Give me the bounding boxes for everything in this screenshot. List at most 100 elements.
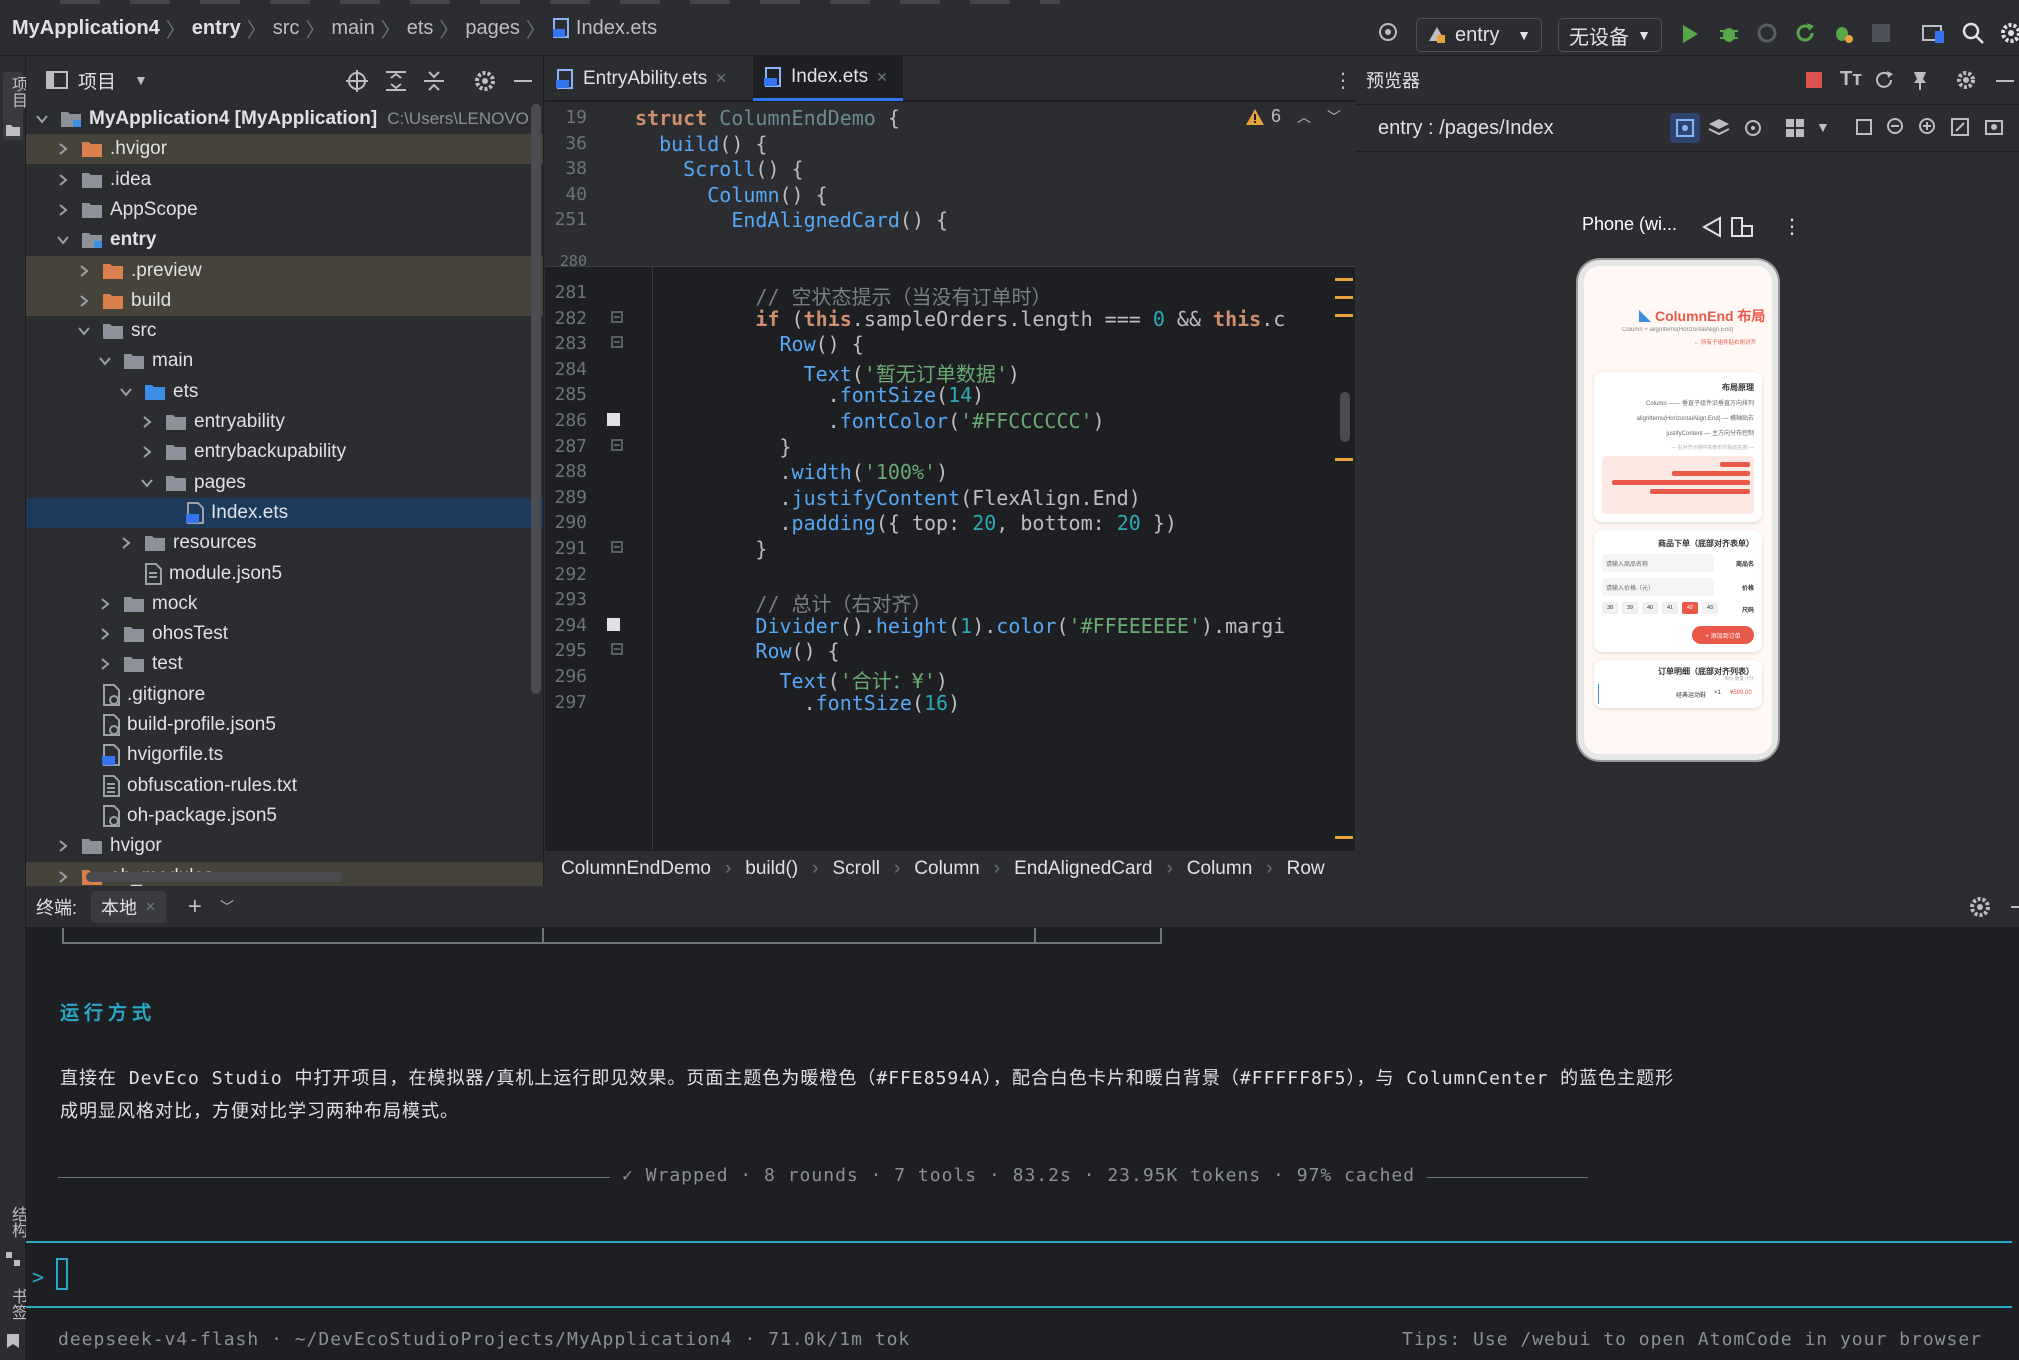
tree-item[interactable]: main: [26, 346, 543, 376]
tree-item[interactable]: test: [26, 649, 543, 679]
attach-debugger-icon[interactable]: [1832, 22, 1854, 44]
tree-item[interactable]: .hvigor: [26, 134, 543, 165]
tree-item[interactable]: entrybackupability: [26, 437, 543, 467]
tree-item[interactable]: resources: [26, 528, 543, 558]
minimize-icon[interactable]: [1996, 80, 2014, 82]
tree-item[interactable]: build-profile.json5: [26, 710, 543, 740]
search-icon[interactable]: [1962, 22, 1984, 44]
code-line[interactable]: 36 build() {: [545, 128, 1355, 156]
code-line[interactable]: 251 EndAlignedCard() {: [545, 204, 1355, 232]
tree-scrollbar[interactable]: [531, 104, 541, 694]
structure-tool-button[interactable]: 结构: [3, 1206, 26, 1276]
inspection-widget[interactable]: 6 ︿ ﹀: [1245, 106, 1341, 127]
breadcrumb-item[interactable]: MyApplication4: [12, 17, 160, 40]
size-chip[interactable]: 43: [1702, 602, 1718, 614]
terminal-tab-local[interactable]: 本地 ✕: [91, 890, 166, 923]
tree-item[interactable]: hvigorfile.ts: [26, 740, 543, 770]
code-breadcrumb-item[interactable]: ColumnEndDemo: [561, 858, 711, 880]
collapse-all-icon[interactable]: [424, 70, 444, 92]
tree-item[interactable]: ets: [26, 377, 543, 407]
chevron-down-icon[interactable]: [118, 384, 134, 400]
chevron-right-icon[interactable]: [97, 596, 113, 612]
chevron-right-icon[interactable]: [55, 838, 71, 854]
color-swatch[interactable]: [607, 617, 620, 631]
size-chip[interactable]: 42: [1682, 602, 1698, 614]
tab-entryability[interactable]: EntryAbility.ets ✕: [545, 56, 750, 101]
close-icon[interactable]: ✕: [715, 70, 727, 87]
warning-marker[interactable]: [1335, 314, 1353, 317]
stop-icon[interactable]: [1872, 24, 1890, 42]
reload-icon[interactable]: [1794, 22, 1816, 44]
size-chip[interactable]: 41: [1662, 602, 1678, 614]
chevron-down-icon[interactable]: [97, 353, 113, 369]
tree-item[interactable]: mock: [26, 589, 543, 619]
breadcrumb-item[interactable]: src: [273, 17, 300, 40]
back-triangle-icon[interactable]: [1702, 216, 1722, 238]
tree-item[interactable]: MyApplication4 [MyApplication] C:\Users\L…: [26, 104, 543, 134]
settings-icon[interactable]: [1969, 896, 1991, 918]
warning-marker[interactable]: [1335, 296, 1353, 299]
code-area[interactable]: 19 struct ColumnEndDemo {36 build() {38 S…: [545, 102, 1355, 850]
breadcrumb-item[interactable]: main: [331, 17, 374, 40]
device-rotate-icon[interactable]: [1730, 216, 1754, 238]
chevron-down-icon[interactable]: [139, 475, 155, 491]
chevron-right-icon[interactable]: [55, 141, 71, 157]
tree-item[interactable]: ohosTest: [26, 619, 543, 649]
chevron-right-icon[interactable]: [76, 293, 92, 309]
chevron-right-icon[interactable]: [139, 444, 155, 460]
code-line[interactable]: 40 Column() {: [545, 179, 1355, 207]
minimize-icon[interactable]: [2011, 906, 2019, 908]
fold-marker-icon[interactable]: [611, 541, 623, 553]
code-breadcrumb-item[interactable]: build(): [745, 858, 798, 880]
warning-marker[interactable]: [1335, 458, 1353, 461]
profile-icon[interactable]: [1756, 22, 1778, 44]
refresh-icon[interactable]: [1874, 70, 1894, 90]
breadcrumb-item[interactable]: entry: [192, 17, 241, 40]
crop-icon[interactable]: [1854, 117, 1874, 137]
chevron-right-icon[interactable]: [139, 414, 155, 430]
code-line[interactable]: 38 Scroll() {: [545, 153, 1355, 181]
tree-item[interactable]: entry: [26, 225, 543, 255]
code-breadcrumb-item[interactable]: EndAlignedCard: [1014, 858, 1152, 880]
tree-item[interactable]: .preview: [26, 255, 543, 286]
zoom-out-icon[interactable]: [1886, 117, 1906, 137]
size-chip[interactable]: 40: [1642, 602, 1658, 614]
add-tab-icon[interactable]: +: [188, 893, 202, 921]
breadcrumb-item[interactable]: pages: [465, 17, 520, 40]
chevron-down-icon[interactable]: [76, 323, 92, 339]
tree-item[interactable]: Index.ets: [26, 497, 543, 528]
code-breadcrumb-item[interactable]: Column: [914, 858, 979, 880]
font-size-icon[interactable]: Tт: [1840, 68, 1862, 91]
chevron-up-icon[interactable]: ︿: [1297, 107, 1311, 127]
tree-item[interactable]: src: [26, 316, 543, 346]
project-panel-title[interactable]: 项目: [78, 67, 116, 94]
tree-item[interactable]: .idea: [26, 165, 543, 195]
fold-marker-icon[interactable]: [611, 643, 623, 656]
fit-screen-icon[interactable]: [1950, 117, 1970, 137]
tree-item[interactable]: .gitignore: [26, 680, 543, 710]
tab-index[interactable]: Index.ets ✕: [753, 56, 903, 101]
chevron-down-icon[interactable]: [34, 111, 50, 127]
multi-device-icon[interactable]: [1784, 117, 1806, 139]
chevron-down-icon[interactable]: ﹀: [1327, 107, 1341, 127]
editor-scrollbar[interactable]: [1340, 392, 1350, 442]
settings-icon[interactable]: [1956, 70, 1976, 90]
warning-marker[interactable]: [1335, 836, 1353, 839]
locate-icon[interactable]: [346, 70, 368, 92]
close-icon[interactable]: ✕: [876, 69, 888, 86]
device-manager-icon[interactable]: [1922, 22, 1946, 44]
tree-item[interactable]: pages: [26, 468, 543, 498]
chevron-right-icon[interactable]: [97, 626, 113, 642]
settings-icon[interactable]: [474, 70, 496, 92]
phone-preview[interactable]: ColumnEnd 布局 Column + alignItems(Horizon…: [1578, 260, 1778, 760]
fold-marker-icon[interactable]: [611, 310, 623, 323]
code-breadcrumb-item[interactable]: Row: [1287, 858, 1325, 880]
tree-item[interactable]: obfuscation-rules.txt: [26, 771, 543, 801]
fold-marker-icon[interactable]: [611, 336, 623, 348]
expand-all-icon[interactable]: [386, 70, 406, 92]
tree-item[interactable]: hvigor: [26, 831, 543, 861]
run-config-select[interactable]: entry ▼: [1416, 18, 1542, 52]
target-icon[interactable]: [1378, 22, 1398, 42]
settings-icon[interactable]: [2000, 22, 2019, 44]
color-swatch[interactable]: [607, 413, 620, 426]
